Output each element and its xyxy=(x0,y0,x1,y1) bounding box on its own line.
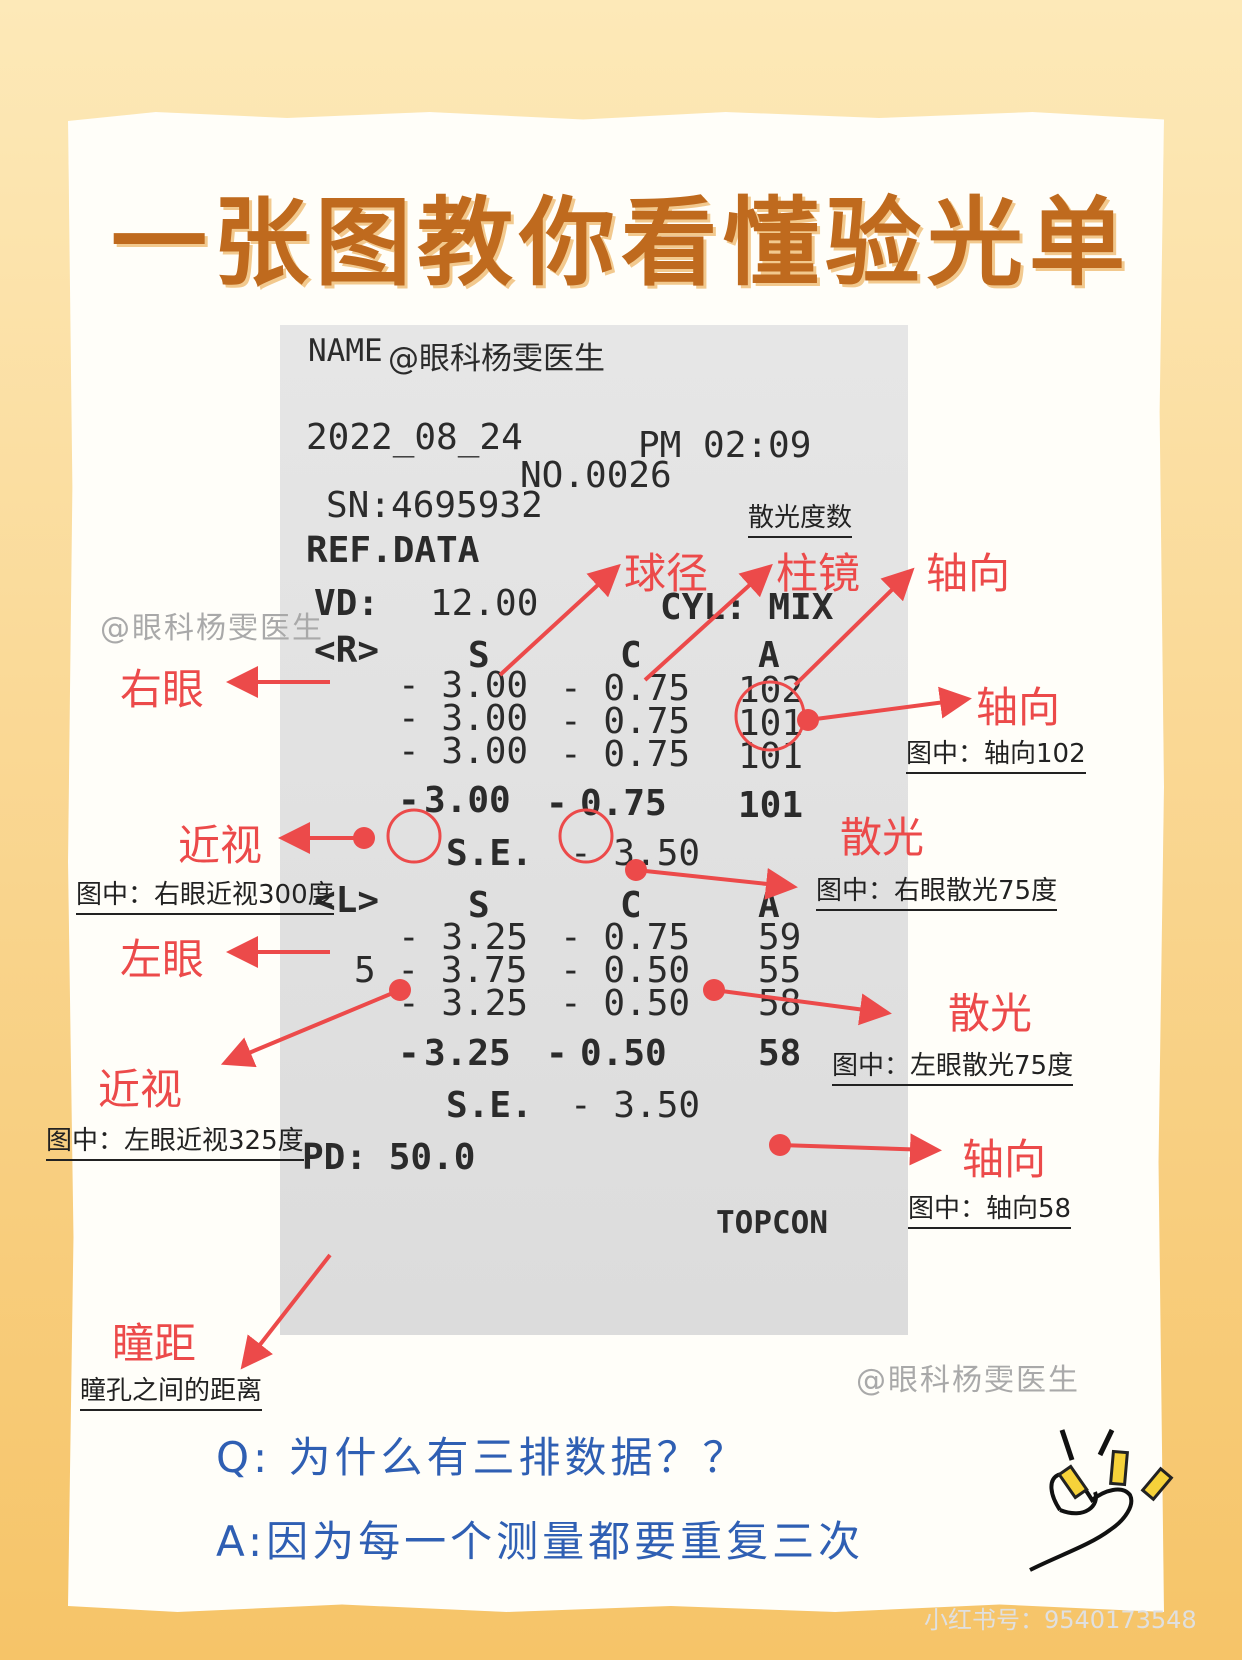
arrow-astig-r xyxy=(635,867,798,900)
dot-myopia-l xyxy=(389,979,411,1001)
label-left-eye: 左眼 xyxy=(120,935,205,984)
label-pd: 瞳距 xyxy=(112,1319,197,1368)
label-myopia-r: 近视 xyxy=(178,821,263,870)
arrow-sph xyxy=(498,563,621,677)
note-astig-r: 图中：右眼散光75度 xyxy=(816,870,1058,911)
dot-axis-r xyxy=(797,709,819,731)
arrow-pd xyxy=(240,1253,332,1370)
note-cyl-degree: 散光度数 xyxy=(748,497,853,538)
spark-icon-3 xyxy=(1140,1466,1174,1502)
label-astig-r: 散光 xyxy=(840,813,925,862)
note-myopia-r: 图中：右眼近视300度 xyxy=(76,874,334,915)
spark-icon-1 xyxy=(1057,1464,1089,1500)
arrow-astig-l xyxy=(713,988,892,1026)
note-myopia-l: 图中：左眼近视325度 xyxy=(46,1120,304,1161)
note-axis-r: 图中：轴向102 xyxy=(906,733,1086,774)
label-axis-top: 轴向 xyxy=(926,549,1011,598)
circle-astig-r-sign xyxy=(558,808,614,864)
arrow-axis-l xyxy=(779,1133,942,1166)
circle-myopia-r-sign xyxy=(386,808,442,864)
watermark-left: @眼科杨雯医生 xyxy=(100,611,324,646)
note-axis-l: 图中：轴向58 xyxy=(908,1188,1072,1229)
arrow-axis-r xyxy=(807,686,972,722)
note-pd: 瞳孔之间的距离 xyxy=(80,1370,263,1411)
spark-icon-2 xyxy=(1109,1449,1129,1487)
label-axis-r: 轴向 xyxy=(976,683,1061,732)
label-astig-l: 散光 xyxy=(948,989,1033,1038)
label-cyl: 柱镜 xyxy=(776,549,861,598)
label-axis-l: 轴向 xyxy=(962,1135,1047,1184)
note-astig-l: 图中：左眼散光75度 xyxy=(832,1045,1074,1086)
footer-account: 小红书号：9540173548 xyxy=(924,1606,1197,1634)
dot-axis-l xyxy=(769,1134,791,1156)
label-myopia-l: 近视 xyxy=(98,1065,183,1114)
circle-axis-r xyxy=(734,680,806,752)
label-sph: 球径 xyxy=(624,549,709,598)
watermark-right: @眼科杨雯医生 xyxy=(856,1363,1080,1398)
label-right-eye: 右眼 xyxy=(120,665,205,714)
answer-text: A:因为每一个测量都要重复三次 xyxy=(216,1517,865,1566)
dot-astig-r xyxy=(625,859,647,881)
dot-astig-l xyxy=(703,979,725,1001)
dot-myopia-r xyxy=(353,827,375,849)
arrow-myopia-l xyxy=(220,988,401,1068)
question-text: Q: 为什么有三排数据？？ xyxy=(216,1433,749,1482)
